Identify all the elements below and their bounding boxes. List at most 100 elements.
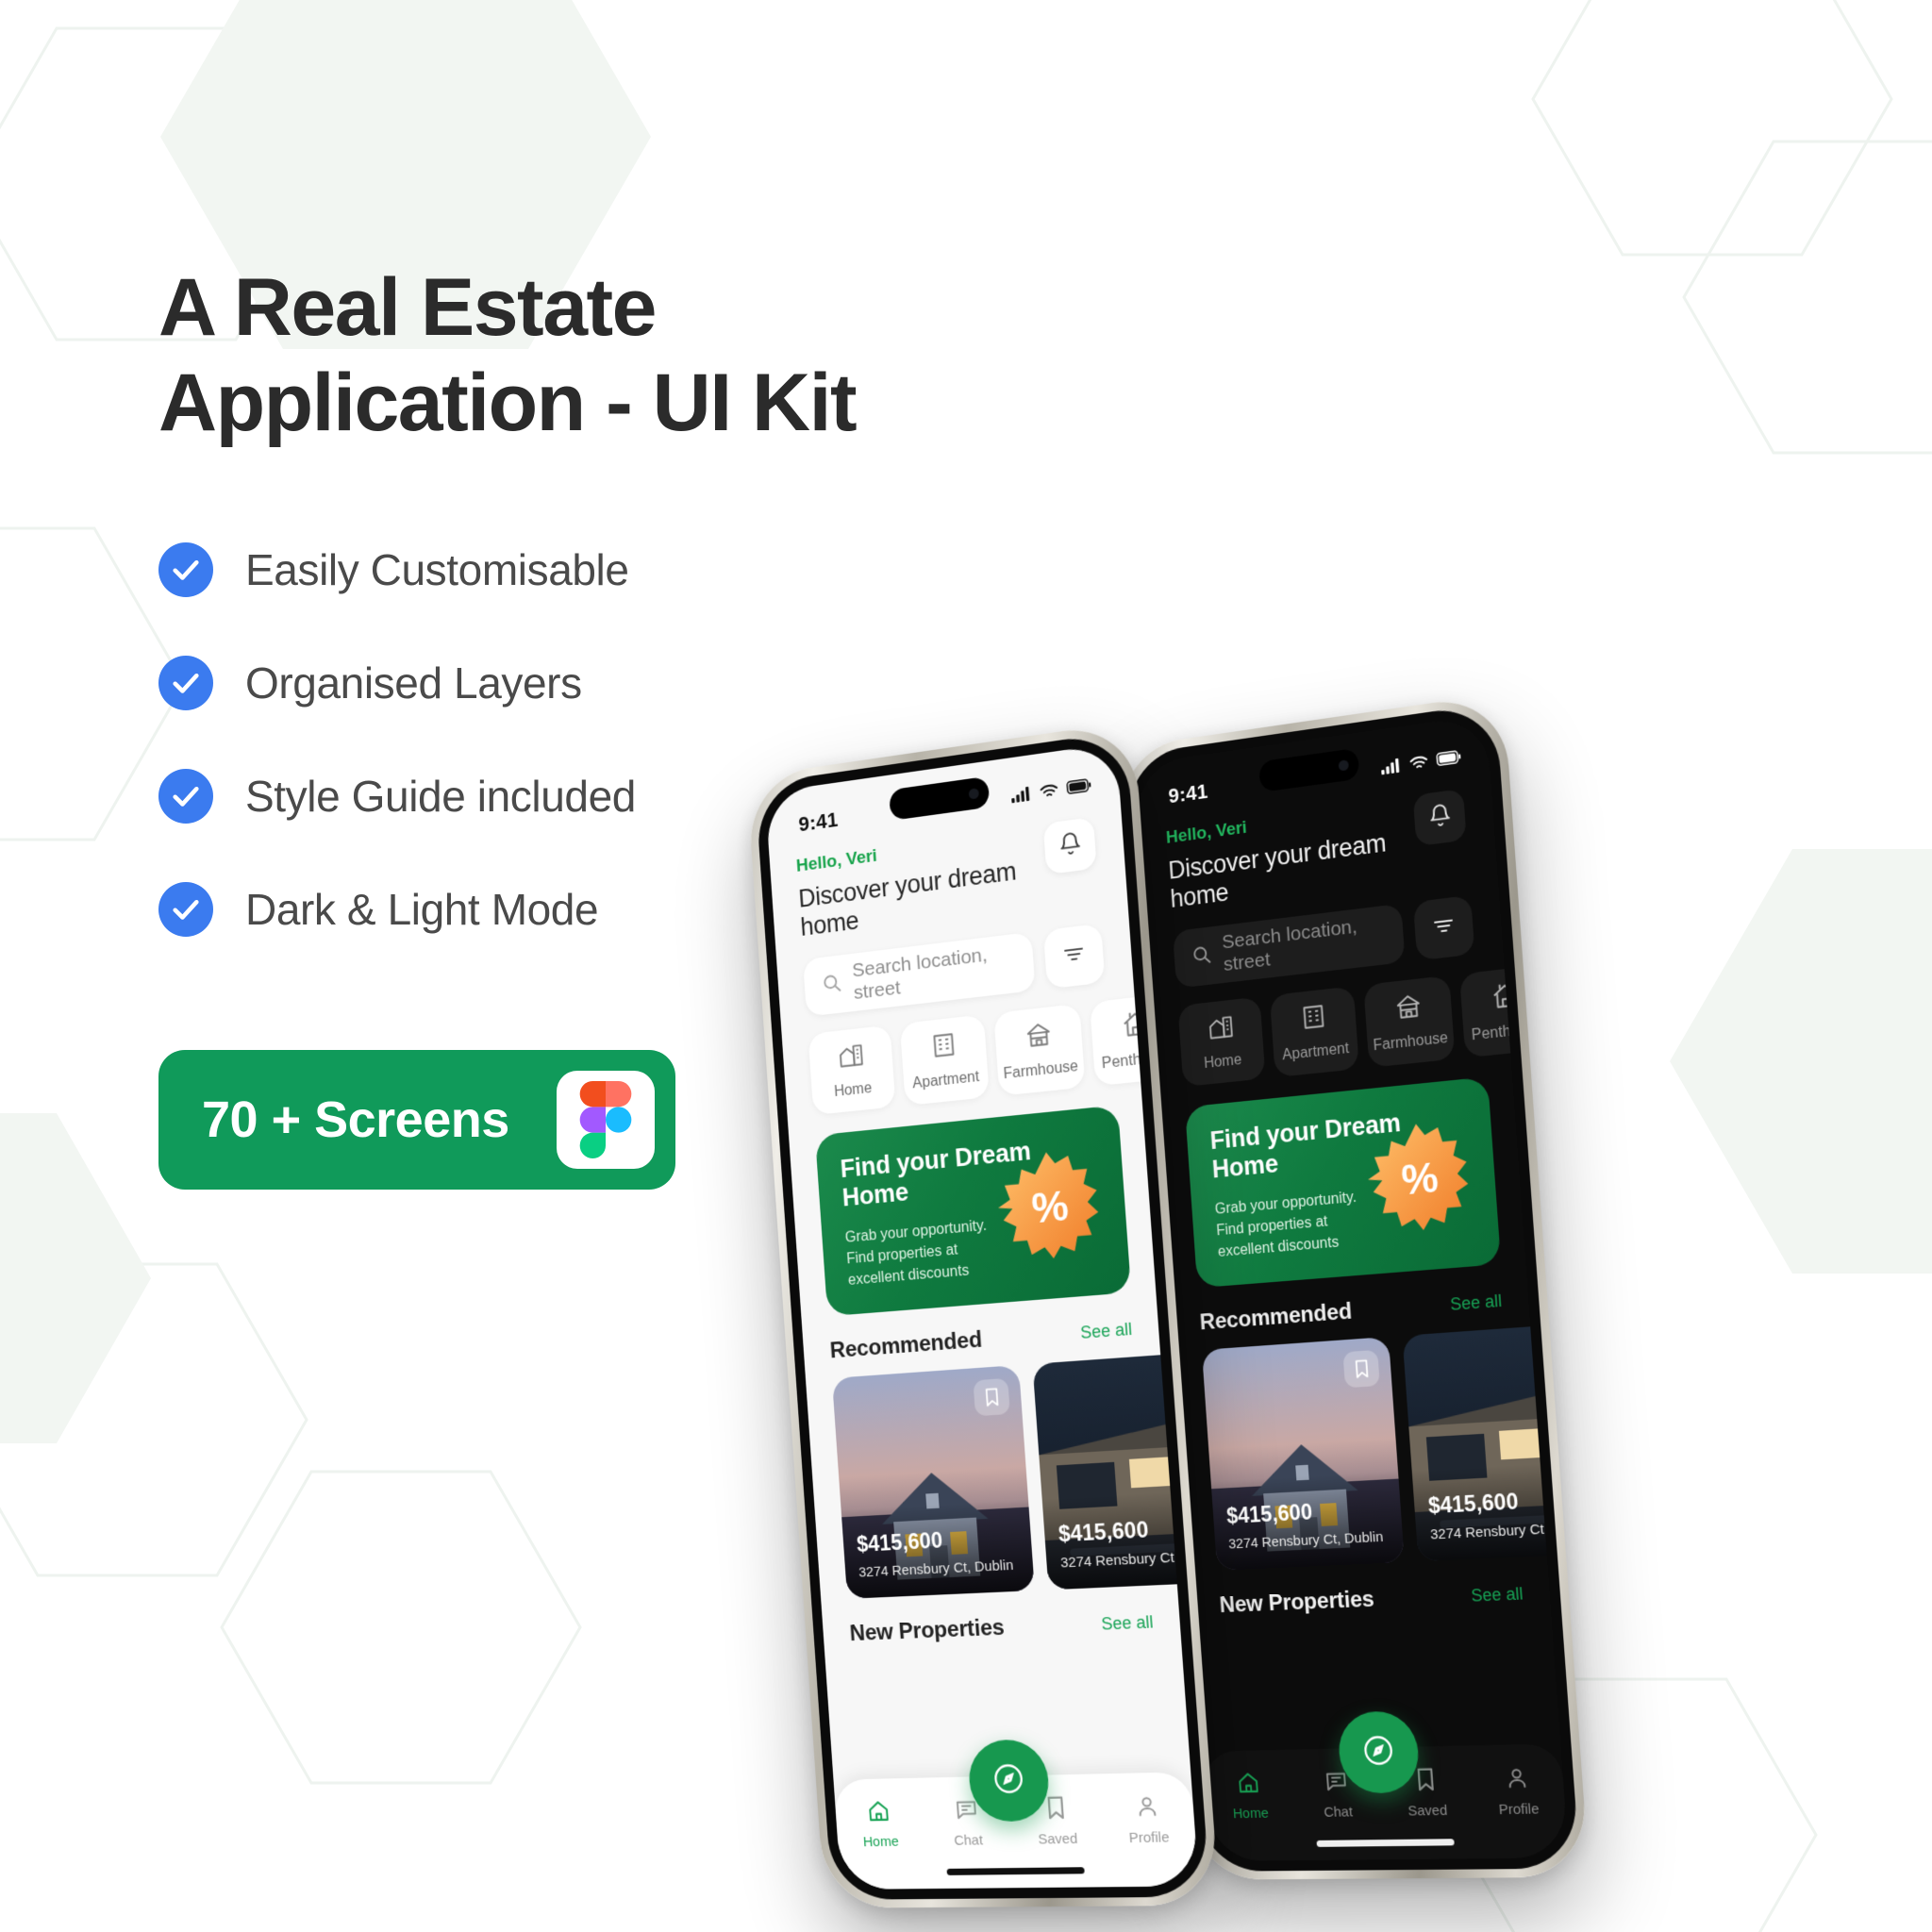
headline-line-1: A Real Estate [158, 262, 658, 353]
property-price: $415,600 [1225, 1499, 1313, 1528]
property-card[interactable]: $415,600 3274 Rensbury Ct, Dublin [1201, 1336, 1405, 1571]
filter-icon [1062, 942, 1087, 971]
tab-profile[interactable]: Profile [1470, 1765, 1566, 1819]
discount-percent-icon: % [992, 1145, 1108, 1265]
bookmark-button[interactable] [973, 1377, 1010, 1417]
category-home[interactable]: Home [808, 1024, 896, 1116]
category-label: Farmhouse [1003, 1058, 1079, 1083]
category-label: Apartment [1281, 1041, 1350, 1064]
headline-line-2: Application - UI Kit [158, 358, 858, 449]
category-home[interactable]: Home [1177, 996, 1266, 1088]
see-all-link[interactable]: See all [1080, 1319, 1133, 1342]
feature-item: Easily Customisable [158, 541, 951, 597]
farmhouse-icon [1024, 1019, 1054, 1055]
wifi-icon [1040, 782, 1059, 799]
category-label: Home [1203, 1052, 1242, 1072]
category-apartment[interactable]: Apartment [899, 1014, 990, 1107]
home-indicator [946, 1867, 1085, 1875]
filter-button[interactable] [1412, 894, 1475, 961]
tab-label: Profile [1498, 1801, 1541, 1819]
status-icons [1010, 777, 1091, 804]
compass-explore-icon [1357, 1728, 1400, 1775]
category-label: Penthouse [1471, 1020, 1545, 1044]
tab-label: Saved [1407, 1802, 1448, 1820]
property-price: $415,600 [856, 1527, 943, 1557]
camera-lens-icon [968, 788, 979, 800]
see-all-link[interactable]: See all [1471, 1584, 1524, 1607]
property-price: $415,600 [1058, 1517, 1150, 1547]
bookmark-icon [1414, 1767, 1437, 1796]
tab-home[interactable]: Home [835, 1799, 925, 1851]
bookmark-icon [1044, 1795, 1067, 1824]
bell-icon [1058, 829, 1083, 862]
notification-button[interactable] [1042, 816, 1097, 875]
tab-label: Home [1232, 1805, 1270, 1823]
filter-button[interactable] [1042, 923, 1106, 990]
notification-button[interactable] [1412, 788, 1467, 847]
tab-label: Profile [1128, 1829, 1171, 1847]
status-clock: 9:41 [797, 808, 840, 837]
bell-icon [1427, 801, 1453, 834]
see-all-link[interactable]: See all [1450, 1291, 1503, 1314]
home-icon [867, 1799, 891, 1827]
search-placeholder: Search location, street [851, 943, 989, 1004]
screens-count-badge[interactable]: 70 + Screens [158, 1049, 675, 1190]
status-clock: 9:41 [1167, 779, 1209, 808]
category-farmhouse[interactable]: Farmhouse [993, 1003, 1086, 1096]
home-indicator [1316, 1839, 1455, 1847]
section-title: New Properties [1218, 1586, 1375, 1619]
feature-item: Organised Layers [158, 655, 951, 710]
category-farmhouse[interactable]: Farmhouse [1363, 974, 1456, 1068]
feature-label: Style Guide included [245, 771, 636, 821]
promo-subtitle: Grab your opportunity. Find properties a… [1214, 1189, 1357, 1261]
search-icon [822, 972, 842, 999]
check-icon [158, 541, 213, 597]
promo-banner[interactable]: Find your Dream Home Grab your opportuni… [814, 1105, 1132, 1317]
compass-explore-icon [987, 1757, 1030, 1804]
tab-label: Chat [1323, 1804, 1354, 1821]
home-icon [1237, 1771, 1261, 1799]
bookmark-button[interactable] [1342, 1349, 1380, 1389]
property-price: $415,600 [1427, 1489, 1520, 1519]
category-label: Home [833, 1080, 873, 1100]
category-apartment[interactable]: Apartment [1269, 986, 1359, 1078]
home-building-icon [837, 1041, 865, 1075]
category-label: Apartment [911, 1069, 980, 1092]
property-card-list: $415,600 3274 Rensbury Ct, Dublin $415,6… [1174, 1312, 1570, 1572]
tab-home[interactable]: Home [1205, 1771, 1295, 1823]
promo-subtitle: Grab your opportunity. Find properties a… [844, 1217, 988, 1290]
apartment-icon [929, 1030, 958, 1066]
figma-logo-icon [556, 1070, 655, 1169]
check-icon [158, 768, 213, 824]
category-label: Farmhouse [1373, 1029, 1449, 1055]
tab-profile[interactable]: Profile [1100, 1793, 1196, 1847]
farmhouse-icon [1393, 991, 1424, 1026]
feature-label: Easily Customisable [245, 544, 629, 594]
screens-count-label: 70 + Screens [202, 1091, 509, 1148]
section-title: New Properties [848, 1614, 1006, 1647]
property-card[interactable]: $415,600 3274 Rensbury Ct, Dublin [831, 1364, 1035, 1599]
page-title: A Real Estate Application - UI Kit [158, 260, 951, 452]
poster-canvas: A Real Estate Application - UI Kit Easil… [0, 0, 1932, 1932]
person-icon [1504, 1765, 1529, 1794]
feature-label: Dark & Light Mode [245, 884, 599, 934]
chat-icon [1324, 1769, 1348, 1797]
bottom-tab-bar: Home Chat Saved Profile [833, 1739, 1200, 1890]
check-icon [158, 881, 213, 937]
property-card-list: $415,600 3274 Rensbury Ct, Dublin $415,6… [805, 1341, 1200, 1600]
check-icon [158, 655, 213, 710]
phone-mockups: 9:41 Hello, Veri Discover your dream hom… [746, 692, 1932, 1932]
discount-percent-icon: % [1362, 1117, 1477, 1237]
feature-label: Organised Layers [245, 658, 582, 708]
promo-banner[interactable]: Find your Dream Home Grab your opportuni… [1184, 1076, 1502, 1289]
apartment-icon [1299, 1002, 1328, 1038]
camera-lens-icon [1338, 759, 1349, 772]
cellular-signal-icon [1011, 786, 1030, 804]
filter-icon [1432, 914, 1457, 942]
battery-icon [1066, 778, 1091, 795]
see-all-link[interactable]: See all [1101, 1612, 1154, 1635]
bookmark-icon [1353, 1359, 1370, 1379]
cellular-signal-icon [1381, 758, 1400, 775]
percent-symbol: % [1030, 1183, 1070, 1233]
search-placeholder: Search location, street [1221, 915, 1358, 975]
